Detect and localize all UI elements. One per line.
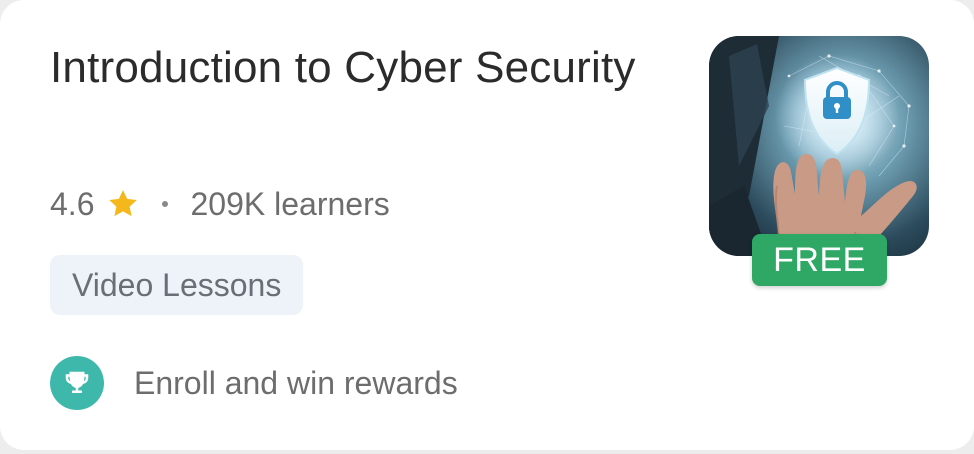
free-badge: FREE [752,234,887,286]
learner-count: 209K learners [190,185,390,222]
course-title[interactable]: Introduction to Cyber Security [50,36,650,100]
format-tag: Video Lessons [50,255,304,315]
separator-dot [162,201,169,207]
course-card[interactable]: Introduction to Cyber Security 4.6 209K … [0,0,974,450]
free-badge-label: FREE [773,240,866,279]
thumbnail-image [709,36,929,256]
reward-label: Enroll and win rewards [134,364,458,401]
rating-value: 4.6 [50,185,95,222]
course-meta-row: 4.6 209K learners [50,182,390,226]
reward-row[interactable]: Enroll and win rewards [50,355,458,411]
trophy-icon [50,356,104,410]
star-icon [109,190,138,217]
format-tag-label: Video Lessons [72,266,282,303]
course-thumbnail[interactable] [709,36,929,256]
